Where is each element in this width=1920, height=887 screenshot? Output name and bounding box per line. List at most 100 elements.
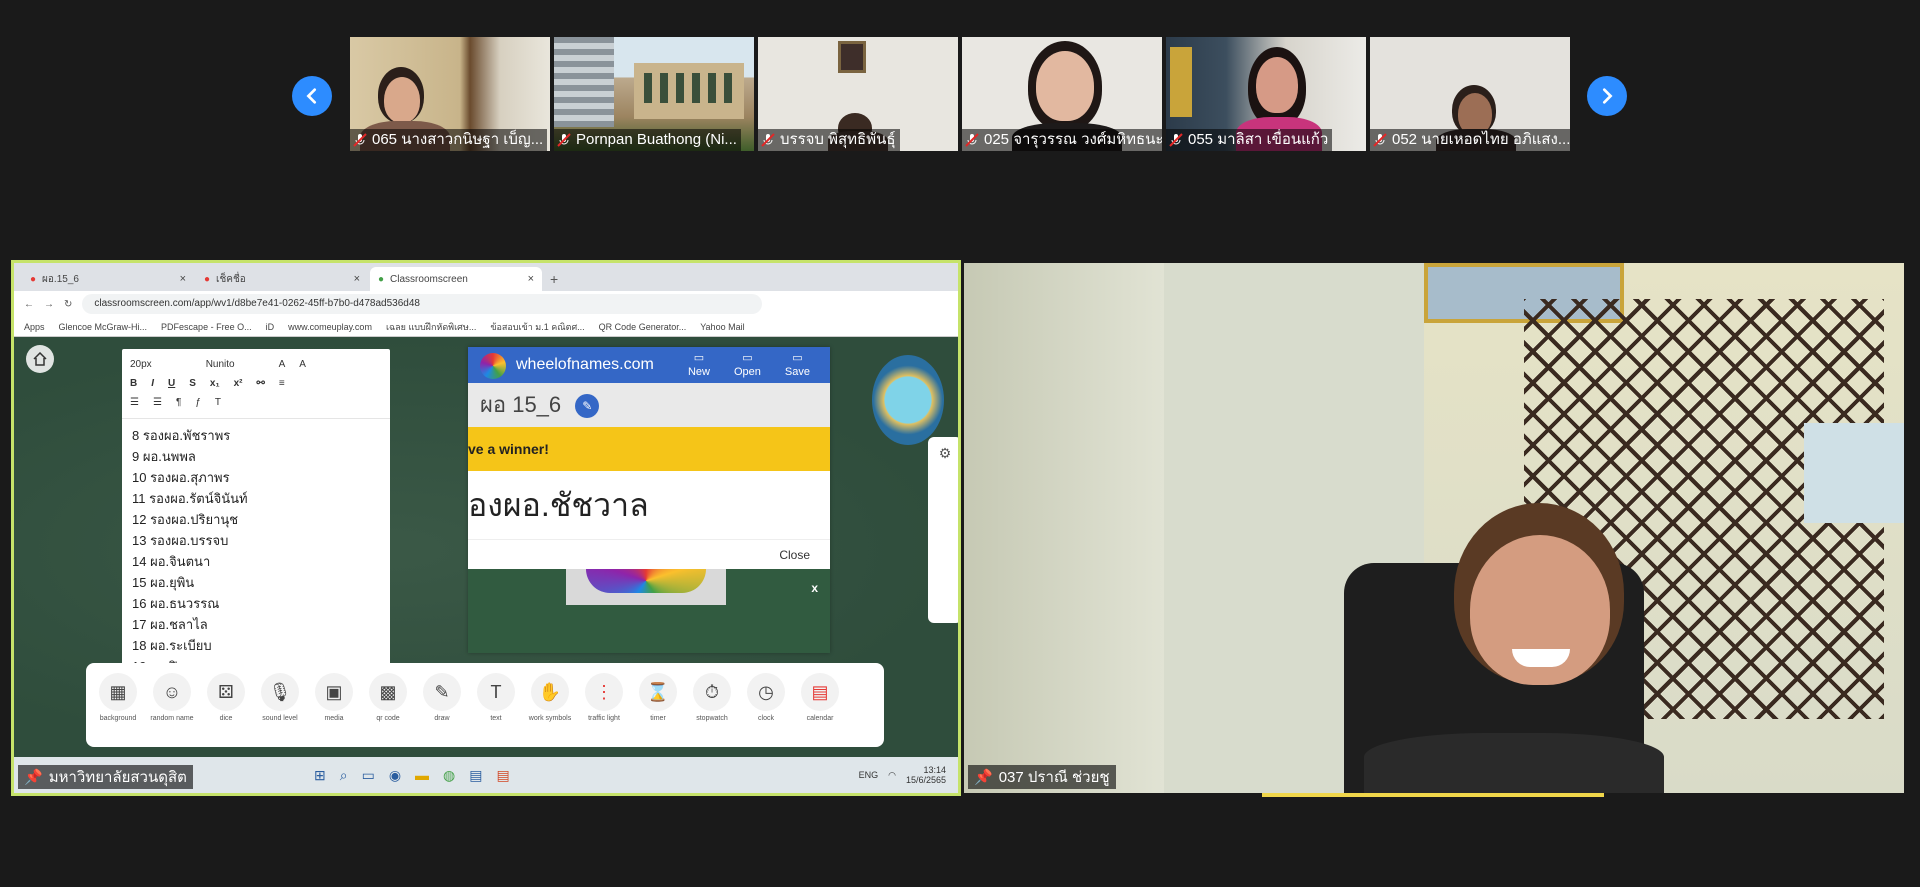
open-button[interactable]: ▭ Open (734, 351, 761, 378)
participant-name: Pornpan Buathong (Ni... (554, 129, 741, 151)
pin-icon: 📌 (24, 769, 43, 786)
underline-icon[interactable]: U (168, 378, 175, 389)
image-icon: ▦ (99, 673, 137, 711)
chat-icon[interactable]: ◉ (389, 767, 401, 784)
dock-draw[interactable]: ✎ draw (420, 673, 464, 722)
home-icon[interactable] (26, 345, 54, 373)
sharer-name-label: 📌 มหาวิทยาลัยสวนดุสิต (18, 765, 193, 789)
dock-traffic-light[interactable]: ⋮ traffic light (582, 673, 626, 722)
new-button[interactable]: ▭ New (688, 351, 710, 378)
chrome-icon[interactable]: ◍ (443, 767, 455, 784)
ordered-list-icon[interactable]: ☰ (130, 397, 139, 408)
dock-dice[interactable]: ⚄ dice (204, 673, 248, 722)
tab-favicon-icon: ● (30, 273, 37, 285)
browser-tab-active[interactable]: ● Classroomscreen × (370, 267, 542, 291)
mic-muted-icon (353, 133, 367, 147)
highlight-icon[interactable]: A (299, 359, 306, 370)
browser-tab[interactable]: ● เช็คชื่อ × (196, 267, 368, 291)
dock-timer[interactable]: ⌛ timer (636, 673, 680, 722)
powerpoint-icon[interactable]: ▤ (496, 767, 509, 784)
dock-random-name[interactable]: ☺ random name (150, 673, 194, 722)
close-icon[interactable]: × (354, 273, 360, 285)
speaker-name-label: 📌 037 ปราณี ช่วยชู (968, 765, 1116, 789)
file-explorer-icon[interactable]: ▬ (415, 767, 429, 784)
paragraph-icon[interactable]: ¶ (176, 397, 181, 408)
language-indicator[interactable]: ENG (859, 770, 879, 780)
pencil-icon: ✎ (423, 673, 461, 711)
wifi-icon[interactable]: ◠ (888, 770, 896, 781)
address-bar[interactable]: classroomscreen.com/app/wv1/d8be7e41-026… (82, 294, 763, 314)
dock-work-symbols[interactable]: ✋ work symbols (528, 673, 572, 722)
windows-start-icon[interactable]: ⊞ (314, 767, 326, 784)
gallery-prev-button[interactable] (292, 76, 332, 116)
mic-muted-icon (557, 133, 571, 147)
text-widget[interactable]: 20px Nunito A A B I U S x₁ x² ⚯ ≡ ☰ ☰ ¶ … (122, 349, 390, 676)
wheel-of-names-widget[interactable]: wheelofnames.com ▭ New ▭ Open ▭ Save ผอ 15_… (468, 347, 830, 653)
back-icon[interactable]: ← (24, 299, 34, 310)
search-icon[interactable]: ⌕ (340, 767, 348, 784)
font-family-select[interactable]: Nunito (206, 359, 235, 370)
bookmark-item[interactable]: Yahoo Mail (700, 322, 744, 332)
browser-tab[interactable]: ● ผอ.15_6 × (22, 267, 194, 291)
bookmark-item[interactable]: PDFescape - Free O... (161, 322, 252, 332)
text-icon: T (477, 673, 515, 711)
gear-icon[interactable]: ⚙ (928, 445, 958, 462)
clear-format-icon[interactable]: T (215, 397, 221, 408)
dock-sound-level[interactable]: 🎙 sound level (258, 673, 302, 722)
superscript-icon[interactable]: x² (234, 378, 243, 389)
text-color-icon[interactable]: A (279, 359, 286, 370)
dock-calendar[interactable]: ▤ calendar (798, 673, 842, 722)
bookmark-item[interactable]: iD (266, 322, 275, 332)
dock-stopwatch[interactable]: ⏱ stopwatch (690, 673, 734, 722)
close-icon[interactable]: × (180, 273, 186, 285)
list-item: 16 ผอ.ธนวรรณ (132, 596, 220, 611)
list-item: 13 รองผอ.บรรจบ (132, 533, 229, 548)
bookmark-item[interactable]: เฉลย แบบฝึกหัดพิเศษ... (386, 320, 476, 334)
participant-name: 055 มาลิสา เขื่อนแก้ว (1166, 129, 1333, 151)
participant-tile[interactable]: บรรจบ พิสุทธิพันธุ์ (758, 37, 958, 151)
subscript-icon[interactable]: x₁ (210, 378, 220, 389)
save-icon: ▭ (792, 352, 803, 364)
font-size-select[interactable]: 20px (130, 359, 152, 370)
close-icon[interactable]: × (528, 273, 534, 285)
dock-clock[interactable]: ◷ clock (744, 673, 788, 722)
align-icon[interactable]: ≡ (279, 378, 285, 389)
dock-media[interactable]: ▣ media (312, 673, 356, 722)
word-icon[interactable]: ▤ (469, 767, 482, 784)
participant-tile[interactable]: 025 จารุวรรณ วงศ์มหิทธนะ (962, 37, 1162, 151)
list-item: 12 รองผอ.ปริยานุช (132, 512, 239, 527)
bullet-list-icon[interactable]: ☰ (153, 397, 162, 408)
edit-icon[interactable]: ✎ (575, 394, 600, 419)
reload-icon[interactable]: ↻ (64, 299, 72, 310)
bookmark-item[interactable]: Apps (24, 322, 45, 332)
participant-tile[interactable]: 065 นางสาวกนิษฐา เบ็ญ... (350, 37, 550, 151)
link-icon[interactable]: ⚯ (257, 378, 265, 389)
forward-icon[interactable]: → (44, 299, 54, 310)
participant-tile[interactable]: Pornpan Buathong (Ni... (554, 37, 754, 151)
taskbar-date: 15/6/2565 (905, 775, 946, 785)
speaker-video[interactable]: 📌 037 ปราณี ช่วยชู (964, 263, 1904, 793)
bold-icon[interactable]: B (130, 378, 137, 389)
bookmark-item[interactable]: www.comeuplay.com (288, 322, 372, 332)
participant-tile[interactable]: 052 นายเหอดไทย อภิแสง... (1370, 37, 1570, 151)
close-icon[interactable]: x (811, 581, 818, 595)
strike-icon[interactable]: S (189, 378, 196, 389)
dock-background[interactable]: ▦ background (96, 673, 140, 722)
shared-screen-video[interactable]: ● ผอ.15_6 × ● เช็คชื่อ × ● Classroomscreen × +… (11, 260, 961, 796)
wheel-area: x (468, 569, 830, 653)
save-button[interactable]: ▭ Save (785, 351, 810, 378)
bookmark-item[interactable]: QR Code Generator... (599, 322, 687, 332)
bookmark-item[interactable]: ข้อสอบเข้า ม.1 คณิตศ... (490, 320, 584, 334)
new-tab-icon[interactable]: + (544, 271, 564, 291)
chevron-left-icon (306, 88, 317, 104)
bookmark-item[interactable]: Glencoe McGraw-Hi... (59, 322, 148, 332)
italic-icon[interactable]: I (151, 378, 154, 389)
formula-icon[interactable]: ƒ (195, 397, 201, 408)
close-button[interactable]: Close (779, 548, 810, 562)
dock-text[interactable]: Ttext (474, 673, 518, 722)
mic-muted-icon (761, 133, 775, 147)
task-view-icon[interactable]: ▭ (362, 767, 375, 784)
dock-qr-code[interactable]: ▩ qr code (366, 673, 410, 722)
gallery-next-button[interactable] (1587, 76, 1627, 116)
participant-tile[interactable]: 055 มาลิสา เขื่อนแก้ว (1166, 37, 1366, 151)
